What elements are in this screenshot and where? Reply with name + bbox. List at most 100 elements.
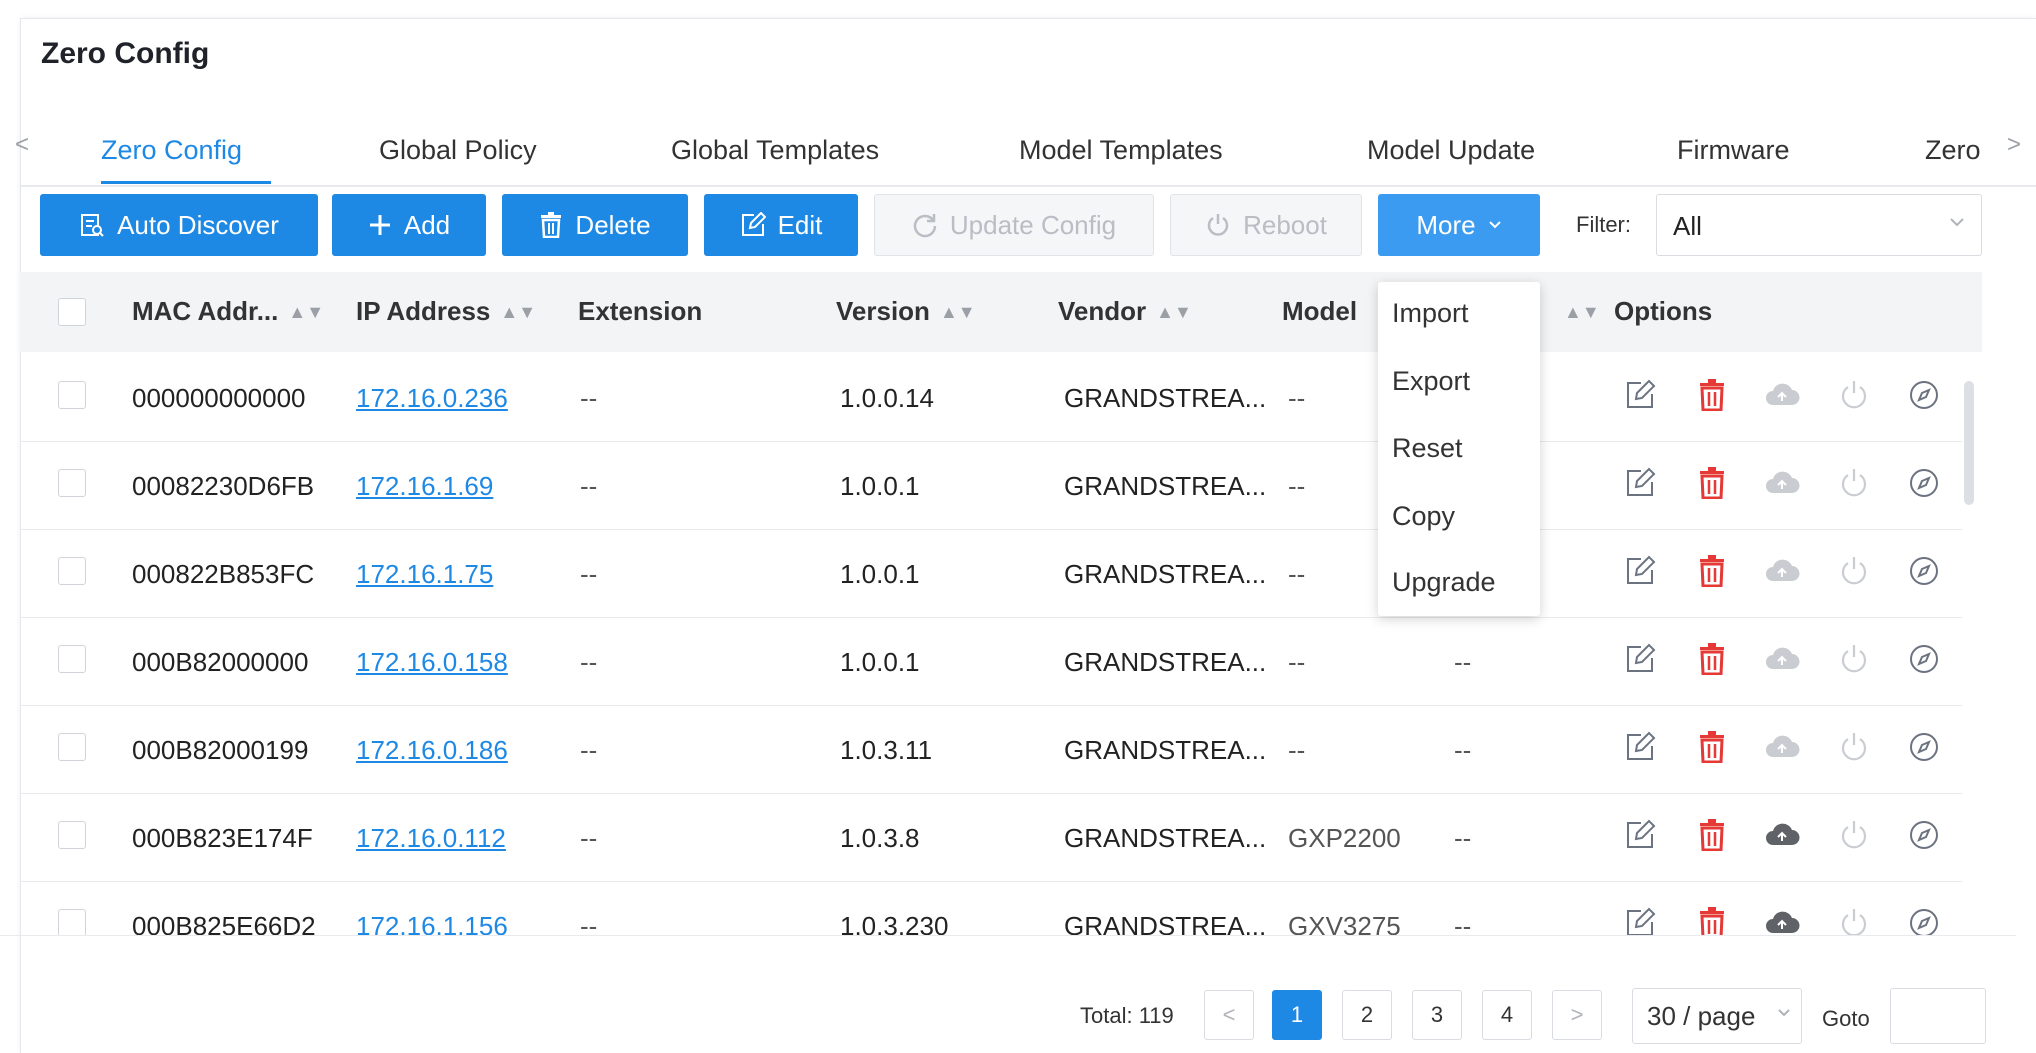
add-button[interactable]: Add — [332, 194, 486, 256]
trash-icon[interactable] — [1694, 729, 1730, 765]
trash-icon[interactable] — [1694, 905, 1730, 936]
page-3-button[interactable]: 3 — [1412, 990, 1462, 1040]
edit-icon[interactable] — [1622, 817, 1658, 853]
select-all-checkbox[interactable] — [58, 298, 86, 326]
tab-prev-arrow-icon[interactable]: < — [15, 131, 29, 159]
power-icon — [1205, 212, 1231, 238]
row-checkbox[interactable] — [58, 821, 86, 849]
trash-icon[interactable] — [1694, 465, 1730, 501]
tab-global-templates[interactable]: Global Templates — [671, 135, 879, 166]
cloud-upload-icon[interactable] — [1764, 377, 1800, 413]
tab-global-policy[interactable]: Global Policy — [379, 135, 537, 166]
row-checkbox[interactable] — [58, 909, 86, 936]
header-vendor[interactable]: Vendor ▲▼ — [1058, 296, 1192, 327]
ip-link[interactable]: 172.16.0.158 — [356, 647, 508, 678]
goto-page-input[interactable] — [1890, 988, 1986, 1044]
compass-icon[interactable] — [1906, 553, 1942, 589]
next-page-button[interactable]: > — [1552, 990, 1602, 1040]
cloud-upload-icon[interactable] — [1764, 641, 1800, 677]
ip-link[interactable]: 172.16.0.236 — [356, 383, 508, 414]
trash-icon[interactable] — [1694, 817, 1730, 853]
ip-link[interactable]: 172.16.1.69 — [356, 471, 493, 502]
row-checkbox[interactable] — [58, 645, 86, 673]
cloud-upload-icon[interactable] — [1764, 729, 1800, 765]
header-ip[interactable]: IP Address ▲▼ — [356, 296, 536, 327]
header-version[interactable]: Version ▲▼ — [836, 296, 976, 327]
mac-cell: 000B825E66D2 — [132, 911, 316, 936]
extension-cell: -- — [580, 735, 598, 765]
menu-item-copy[interactable]: Copy — [1392, 501, 1455, 532]
ip-link[interactable]: 172.16.1.156 — [356, 911, 508, 936]
page-size-select[interactable]: 30 / page — [1632, 988, 1802, 1044]
table-header: MAC Addr... ▲▼ IP Address ▲▼ Extension Ver… — [20, 272, 1982, 352]
trash-icon[interactable] — [1694, 641, 1730, 677]
tab-firmware[interactable]: Firmware — [1677, 135, 1790, 166]
power-icon[interactable] — [1836, 553, 1872, 589]
menu-item-export[interactable]: Export — [1392, 366, 1470, 397]
edit-button[interactable]: Edit — [704, 194, 858, 256]
tab-model-update[interactable]: Model Update — [1367, 135, 1535, 166]
vendor-cell: GRANDSTREA... — [1064, 823, 1267, 853]
power-icon[interactable] — [1836, 465, 1872, 501]
sort-icon: ▲▼ — [939, 302, 976, 322]
compass-icon[interactable] — [1906, 817, 1942, 853]
auto-discover-button[interactable]: Auto Discover — [40, 194, 318, 256]
delete-button[interactable]: Delete — [502, 194, 688, 256]
cloud-upload-icon[interactable] — [1764, 905, 1800, 936]
scrollbar-thumb[interactable] — [1964, 381, 1974, 505]
page-1-button[interactable]: 1 — [1272, 990, 1322, 1040]
edit-icon[interactable] — [1622, 905, 1658, 936]
version-cell: 1.0.0.1 — [840, 559, 920, 589]
edit-icon — [740, 212, 766, 238]
row-checkbox[interactable] — [58, 557, 86, 585]
tab-next-arrow-icon[interactable]: > — [2007, 131, 2021, 159]
refresh-icon — [912, 212, 938, 238]
power-icon[interactable] — [1836, 377, 1872, 413]
menu-item-upgrade[interactable]: Upgrade — [1392, 567, 1496, 598]
trash-icon[interactable] — [1694, 553, 1730, 589]
row-checkbox[interactable] — [58, 469, 86, 497]
more-button[interactable]: More — [1378, 194, 1540, 256]
menu-item-import[interactable]: Import — [1392, 298, 1469, 329]
menu-item-reset[interactable]: Reset — [1392, 433, 1463, 464]
header-sort-icon[interactable]: ▲▼ — [1564, 296, 1600, 327]
ip-link[interactable]: 172.16.0.186 — [356, 735, 508, 766]
compass-icon[interactable] — [1906, 377, 1942, 413]
compass-icon[interactable] — [1906, 641, 1942, 677]
row-checkbox[interactable] — [58, 733, 86, 761]
mac-cell: 000B82000199 — [132, 735, 309, 765]
edit-icon[interactable] — [1622, 641, 1658, 677]
page-2-button[interactable]: 2 — [1342, 990, 1392, 1040]
version-cell: 1.0.3.8 — [840, 823, 920, 853]
compass-icon[interactable] — [1906, 729, 1942, 765]
power-icon[interactable] — [1836, 905, 1872, 936]
model-cell: -- — [1288, 559, 1306, 589]
table-scrollbar[interactable] — [1962, 355, 1976, 935]
prev-page-button[interactable]: < — [1204, 990, 1254, 1040]
reboot-button[interactable]: Reboot — [1170, 194, 1362, 256]
row-checkbox[interactable] — [58, 381, 86, 409]
compass-icon[interactable] — [1906, 465, 1942, 501]
compass-icon[interactable] — [1906, 905, 1942, 936]
tab-model-templates[interactable]: Model Templates — [1019, 135, 1223, 166]
cloud-upload-icon[interactable] — [1764, 465, 1800, 501]
power-icon[interactable] — [1836, 729, 1872, 765]
update-config-button[interactable]: Update Config — [874, 194, 1154, 256]
ip-link[interactable]: 172.16.1.75 — [356, 559, 493, 590]
power-icon[interactable] — [1836, 817, 1872, 853]
header-mac[interactable]: MAC Addr... ▲▼ — [132, 296, 324, 327]
cloud-upload-icon[interactable] — [1764, 553, 1800, 589]
cloud-upload-icon[interactable] — [1764, 817, 1800, 853]
edit-icon[interactable] — [1622, 729, 1658, 765]
tab-zero[interactable]: Zero — [1925, 135, 1981, 166]
edit-icon[interactable] — [1622, 465, 1658, 501]
page-4-button[interactable]: 4 — [1482, 990, 1532, 1040]
filter-select[interactable]: All — [1656, 194, 1982, 256]
tab-zero-config[interactable]: Zero Config — [101, 135, 242, 166]
trash-icon[interactable] — [1694, 377, 1730, 413]
edit-icon[interactable] — [1622, 377, 1658, 413]
power-icon[interactable] — [1836, 641, 1872, 677]
chevron-down-icon — [1777, 1005, 1791, 1023]
ip-link[interactable]: 172.16.0.112 — [356, 823, 506, 854]
edit-icon[interactable] — [1622, 553, 1658, 589]
